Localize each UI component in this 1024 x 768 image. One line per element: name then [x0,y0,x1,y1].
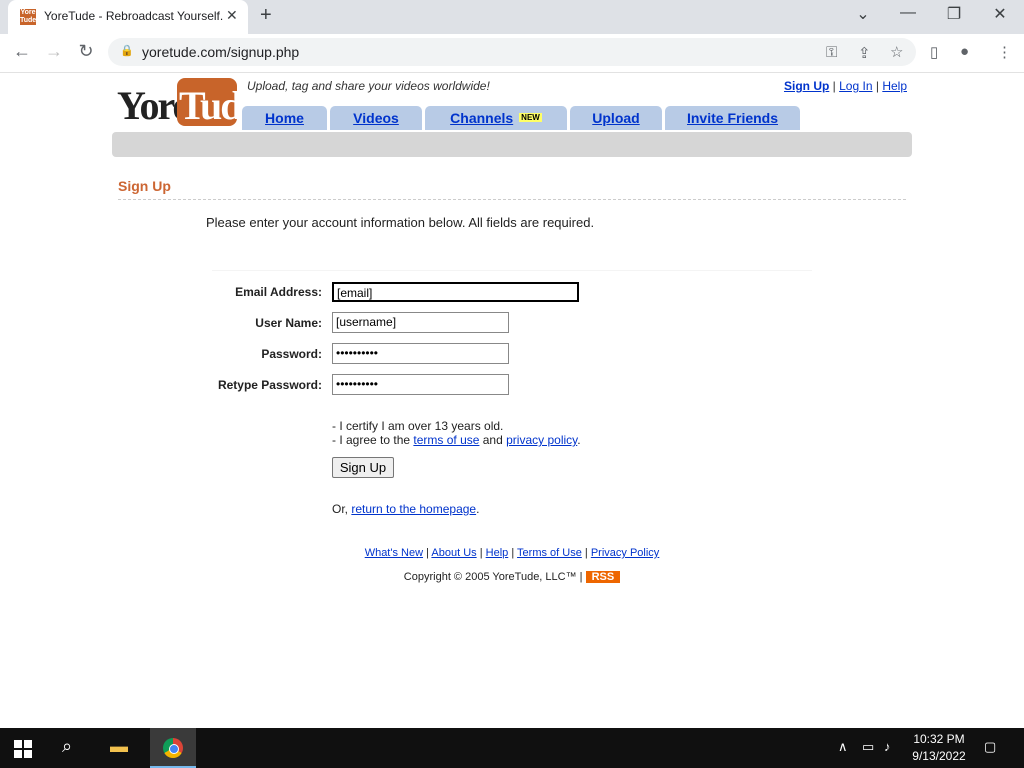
tab-upload[interactable]: Upload [570,106,662,130]
star-icon[interactable]: ☆ [890,43,903,61]
restore-icon[interactable]: ❐ [934,4,974,24]
intro-text: Please enter your account information be… [206,215,595,230]
clock-date: 9/13/2022 [912,749,966,763]
footer-about-us-link[interactable]: About Us [431,547,476,559]
email-label: Email Address: [235,285,322,299]
tab-home[interactable]: Home [242,106,327,130]
separator: | [508,547,518,559]
yoretude-favicon-icon: Yore Tude [20,9,37,25]
agree-line: - I agree to the terms of use and privac… [332,433,581,447]
tab-videos-label[interactable]: Videos [353,110,399,126]
separator: | [581,547,591,559]
top-login-link[interactable]: Log In [839,79,872,93]
username-label: User Name: [255,316,322,330]
footer-links: What's New | About Us | Help | Terms of … [112,547,912,559]
agree-prefix: - I agree to the [332,433,414,447]
tab-title: YoreTude - Rebroadcast Yourself. [44,9,224,23]
yoretude-logo[interactable]: Yore Tude [117,78,258,128]
profile-icon[interactable]: ● [960,43,969,60]
return-homepage-link[interactable]: return to the homepage [351,502,476,516]
separator: | [476,547,486,559]
browser-tabstrip: Yore Tude YoreTude - Rebroadcast Yoursel… [0,0,1024,34]
tagline: Upload, tag and share your videos worldw… [247,79,490,93]
or-suffix: . [476,502,480,516]
age-certify-line: - I certify I am over 13 years old. [332,419,504,433]
retype-password-label: Retype Password: [217,378,322,392]
top-help-link[interactable]: Help [882,79,907,93]
tab-search-icon[interactable]: ⌄ [843,4,883,24]
or-prefix: Or, [332,502,352,516]
tab-home-label[interactable]: Home [265,110,304,126]
chrome-icon [163,738,183,758]
share-icon[interactable]: ⇪ [858,44,871,62]
lock-icon: 🔒 [120,45,134,57]
tab-channels-label[interactable]: Channels [450,110,513,126]
username-field[interactable]: [username] [332,312,509,333]
tab-close-icon[interactable]: ✕ [226,7,238,24]
key-icon[interactable]: ⚿ [826,44,837,61]
minimize-icon[interactable]: — [888,4,928,22]
new-badge: NEW [519,113,542,122]
retype-password-field[interactable]: •••••••••• [332,374,509,395]
volume-icon[interactable]: ♪ [884,739,891,754]
separator: | [832,79,836,93]
chrome-taskbar-button[interactable] [150,728,196,768]
agree-mid: and [479,433,507,447]
search-icon[interactable]: ⌕ [62,736,72,757]
privacy-policy-link[interactable]: privacy policy [506,433,577,447]
certify-text: - I certify I am over 13 years old. - I … [332,419,581,447]
network-icon[interactable]: ▭ [862,739,874,755]
return-home-line: Or, return to the homepage. [332,502,479,516]
form-top-border [212,270,812,271]
tray-chevron-icon[interactable]: ∧ [838,739,848,755]
forward-icon[interactable]: → [42,41,66,62]
nav-subbar [112,132,912,157]
rss-badge[interactable]: RSS [585,571,621,583]
footer-whats-new-link[interactable]: What's New [365,547,423,559]
footer-help-link[interactable]: Help [486,547,509,559]
copyright: Copyright © 2005 YoreTude, LLC™ | RSS [112,571,912,583]
tab-channels[interactable]: Channels NEW [425,106,567,130]
top-signup-link[interactable]: Sign Up [784,79,829,93]
back-icon[interactable]: ← [10,41,34,62]
tab-videos[interactable]: Videos [330,106,422,130]
windows-start-icon[interactable] [14,740,32,758]
tab-upload-label[interactable]: Upload [592,110,639,126]
tab-invite-friends[interactable]: Invite Friends [665,106,800,130]
clock-time: 10:32 PM [913,732,965,746]
tab-invite-label[interactable]: Invite Friends [687,110,778,126]
taskbar-clock[interactable]: 10:32 PM 9/13/2022 [900,731,978,765]
browser-toolbar: ← → ↻ 🔒 yoretude.com/signup.php ⚿ ⇪ ☆ ▯ … [0,34,1024,73]
separator: | [875,79,879,93]
agree-suffix: . [577,433,581,447]
close-window-icon[interactable]: ✕ [980,4,1020,24]
password-field[interactable]: •••••••••• [332,343,509,364]
menu-icon[interactable]: ⋮ [997,43,1012,61]
new-tab-icon[interactable]: + [260,4,272,27]
divider [118,199,906,200]
notifications-icon[interactable]: ▢ [984,739,996,755]
taskbar: ⌕ ▬ ∧ ▭ ♪ 10:32 PM 9/13/2022 ▢ [0,728,1024,768]
file-explorer-icon[interactable]: ▬ [110,736,128,757]
address-bar[interactable]: 🔒 yoretude.com/signup.php ⚿ ⇪ ☆ [108,38,916,66]
footer-terms-link[interactable]: Terms of Use [517,547,582,559]
sidepanel-icon[interactable]: ▯ [930,43,938,61]
url-text[interactable]: yoretude.com/signup.php [142,44,299,60]
top-links: Sign Up | Log In | Help [784,79,907,93]
browser-tab[interactable]: Yore Tude YoreTude - Rebroadcast Yoursel… [8,0,248,34]
password-label: Password: [261,347,322,361]
page-title: Sign Up [118,178,171,194]
signup-submit-button[interactable]: Sign Up [332,457,394,478]
email-field[interactable]: [email] [332,282,579,302]
copyright-text: Copyright © 2005 YoreTude, LLC™ | [403,571,586,583]
terms-of-use-link[interactable]: terms of use [413,433,479,447]
reload-icon[interactable]: ↻ [74,41,98,62]
footer-privacy-link[interactable]: Privacy Policy [591,547,659,559]
